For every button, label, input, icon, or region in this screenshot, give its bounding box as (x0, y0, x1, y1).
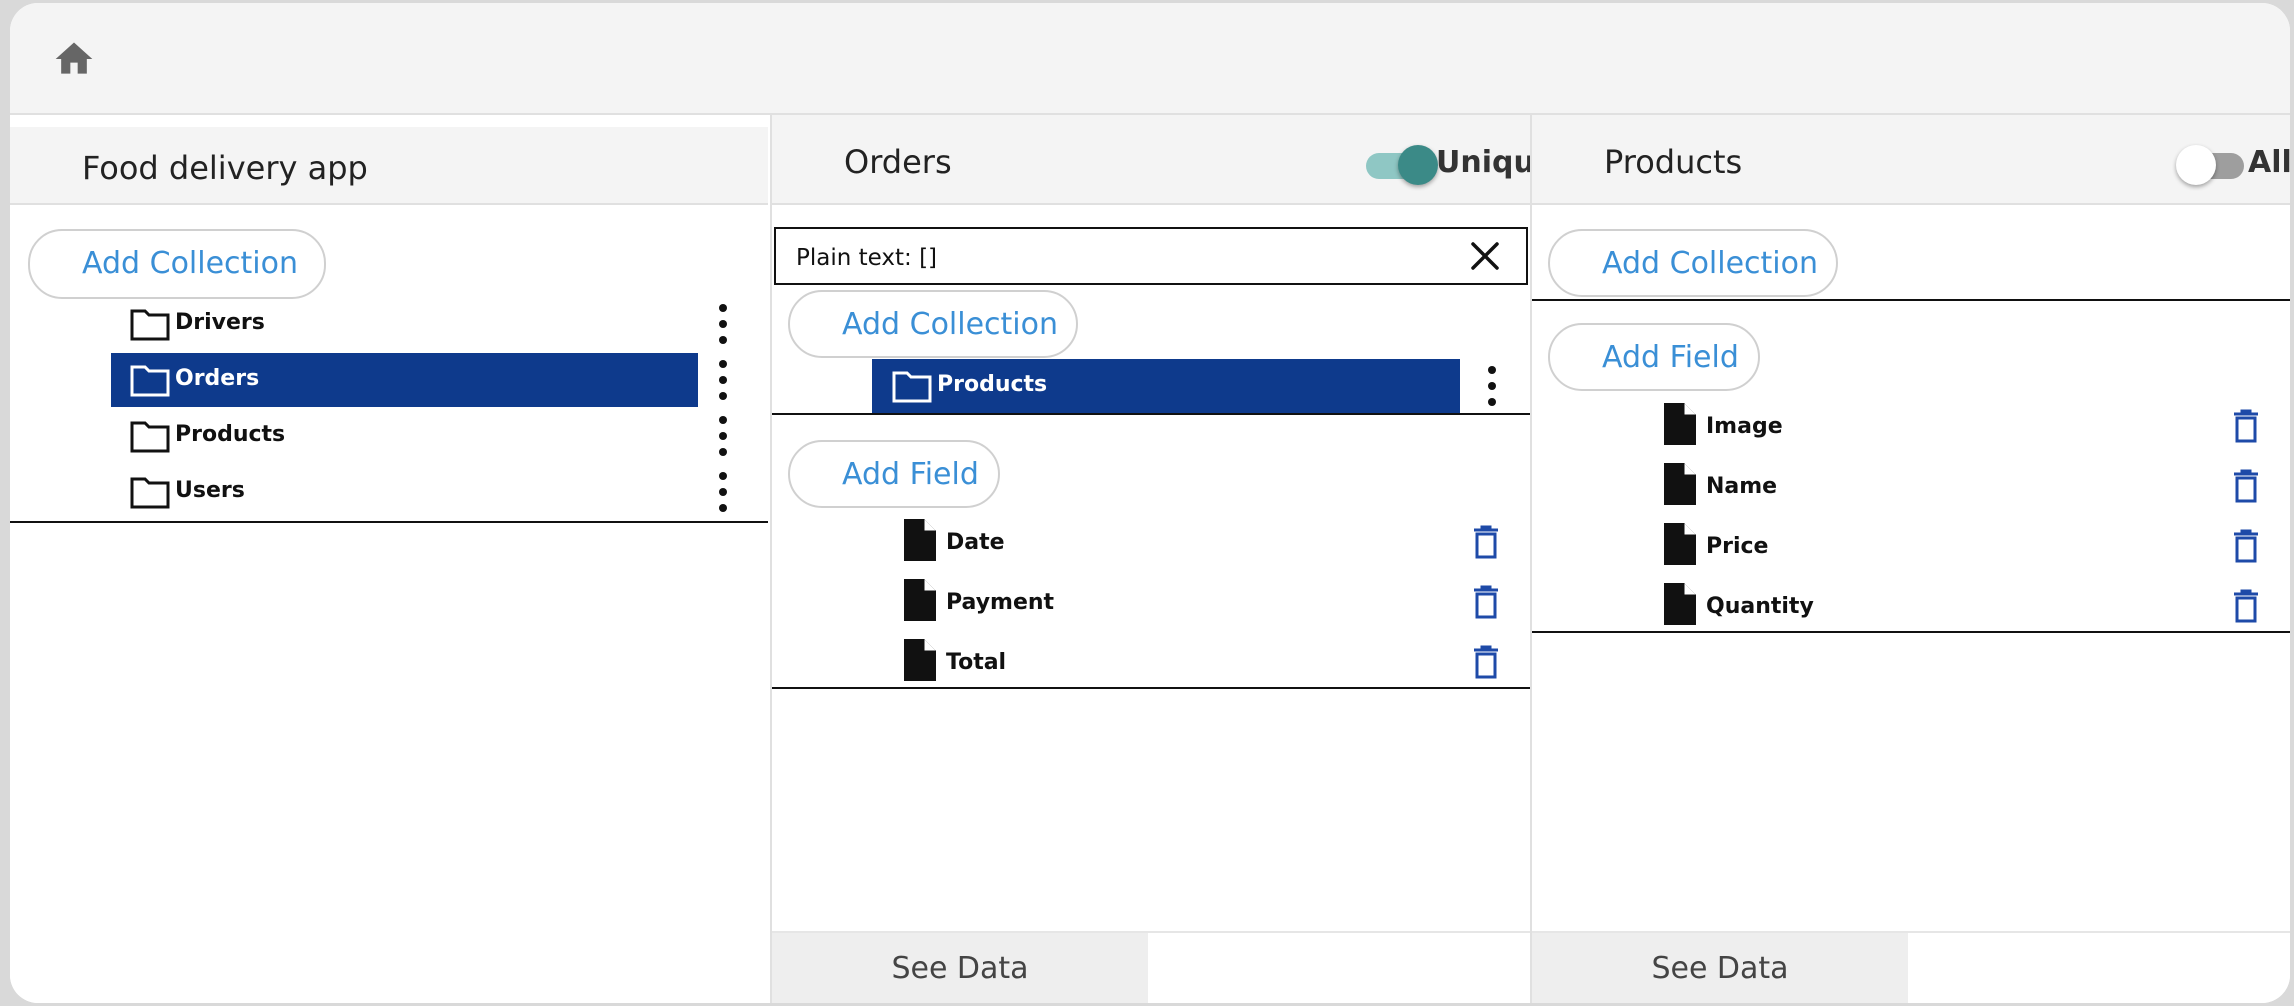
trash-icon[interactable] (2232, 529, 2260, 563)
more-options-icon[interactable] (1485, 366, 1499, 406)
trash-icon[interactable] (2232, 409, 2260, 443)
search-filter-text[interactable]: Plain text: [] (796, 245, 937, 271)
field-item-date: Date (772, 515, 1530, 565)
project-title: Food delivery app (82, 149, 368, 187)
add-field-label: Add Field (1602, 340, 1739, 375)
field-label: Total (946, 650, 1007, 675)
more-options-icon[interactable] (716, 304, 730, 344)
collection-label: Drivers (175, 310, 265, 335)
file-icon (1664, 583, 1696, 625)
field-item-price: Price (1532, 519, 2290, 569)
divider (772, 413, 1530, 415)
file-icon (904, 639, 936, 681)
trash-icon[interactable] (1472, 525, 1500, 559)
collection-label: Products (937, 372, 1048, 397)
divider (10, 521, 768, 523)
toggle-knob (1398, 145, 1438, 185)
field-label: Price (1706, 534, 1769, 559)
field-item-payment: Payment (772, 575, 1530, 625)
add-collection-label: Add Collection (82, 246, 299, 281)
field-label: Name (1706, 474, 1778, 499)
file-icon (1664, 463, 1696, 505)
see-data-button[interactable]: See Data (772, 933, 1148, 1003)
collection-label: Users (175, 478, 245, 503)
collection-item-products[interactable]: Products (10, 409, 768, 463)
more-options-icon[interactable] (716, 416, 730, 456)
search-filter-field[interactable]: Plain text: [] (774, 227, 1528, 285)
toggle-knob (2176, 145, 2216, 185)
panel-header: Food delivery app (10, 127, 768, 205)
folder-icon (130, 477, 170, 509)
folder-icon (130, 309, 170, 341)
add-field-button[interactable]: Add Field (1548, 323, 1760, 391)
panel-header: Products All (1532, 115, 2290, 205)
collections-panel: Food delivery app Add Collection Drivers… (10, 115, 768, 1003)
divider (1532, 299, 2290, 301)
see-data-button[interactable]: See Data (1532, 933, 1908, 1003)
add-field-label: Add Field (842, 457, 979, 492)
file-icon (1664, 403, 1696, 445)
collection-item-orders[interactable]: Orders (10, 353, 768, 407)
add-field-button[interactable]: Add Field (788, 440, 1000, 508)
more-options-icon[interactable] (716, 472, 730, 512)
collection-title: Products (1604, 143, 1743, 181)
collection-item-products[interactable]: Products (772, 359, 1530, 413)
collection-item-drivers[interactable]: Drivers (10, 297, 768, 351)
field-label: Payment (946, 590, 1055, 615)
home-icon[interactable] (52, 37, 96, 81)
field-item-quantity: Quantity (1532, 579, 2290, 629)
collection-label: Products (175, 422, 286, 447)
toggle-label: All (2248, 145, 2290, 180)
trash-icon[interactable] (2232, 589, 2260, 623)
trash-icon[interactable] (2232, 469, 2260, 503)
field-label: Date (946, 530, 1005, 555)
add-collection-label: Add Collection (842, 307, 1059, 342)
collection-item-users[interactable]: Users (10, 465, 768, 519)
field-item-total: Total (772, 635, 1530, 685)
app-window: Food delivery app Add Collection Drivers… (10, 3, 2290, 1003)
panel-header: Orders Unique (772, 115, 1555, 205)
file-icon (1664, 523, 1696, 565)
file-icon (904, 579, 936, 621)
field-label: Quantity (1706, 594, 1814, 619)
top-bar (10, 3, 2290, 115)
collection-label: Orders (175, 366, 260, 391)
divider (1532, 631, 2290, 633)
trash-icon[interactable] (1472, 645, 1500, 679)
add-collection-button[interactable]: Add Collection (788, 290, 1078, 358)
folder-icon (130, 365, 170, 397)
divider (772, 687, 1530, 689)
orders-panel: Orders Unique Plain text: [] Add Collect… (770, 115, 1555, 1003)
add-collection-button[interactable]: Add Collection (1548, 229, 1838, 297)
more-options-icon[interactable] (716, 360, 730, 400)
field-label: Image (1706, 414, 1783, 439)
close-icon[interactable] (1470, 241, 1500, 271)
folder-icon (130, 421, 170, 453)
add-collection-button[interactable]: Add Collection (28, 229, 326, 299)
collection-title: Orders (844, 143, 952, 181)
add-collection-label: Add Collection (1602, 246, 1819, 281)
file-icon (904, 519, 936, 561)
folder-icon (892, 371, 932, 403)
products-panel: Products All Add Collection Add Field Im… (1530, 115, 2290, 1003)
trash-icon[interactable] (1472, 585, 1500, 619)
field-item-image: Image (1532, 399, 2290, 449)
field-item-name: Name (1532, 459, 2290, 509)
